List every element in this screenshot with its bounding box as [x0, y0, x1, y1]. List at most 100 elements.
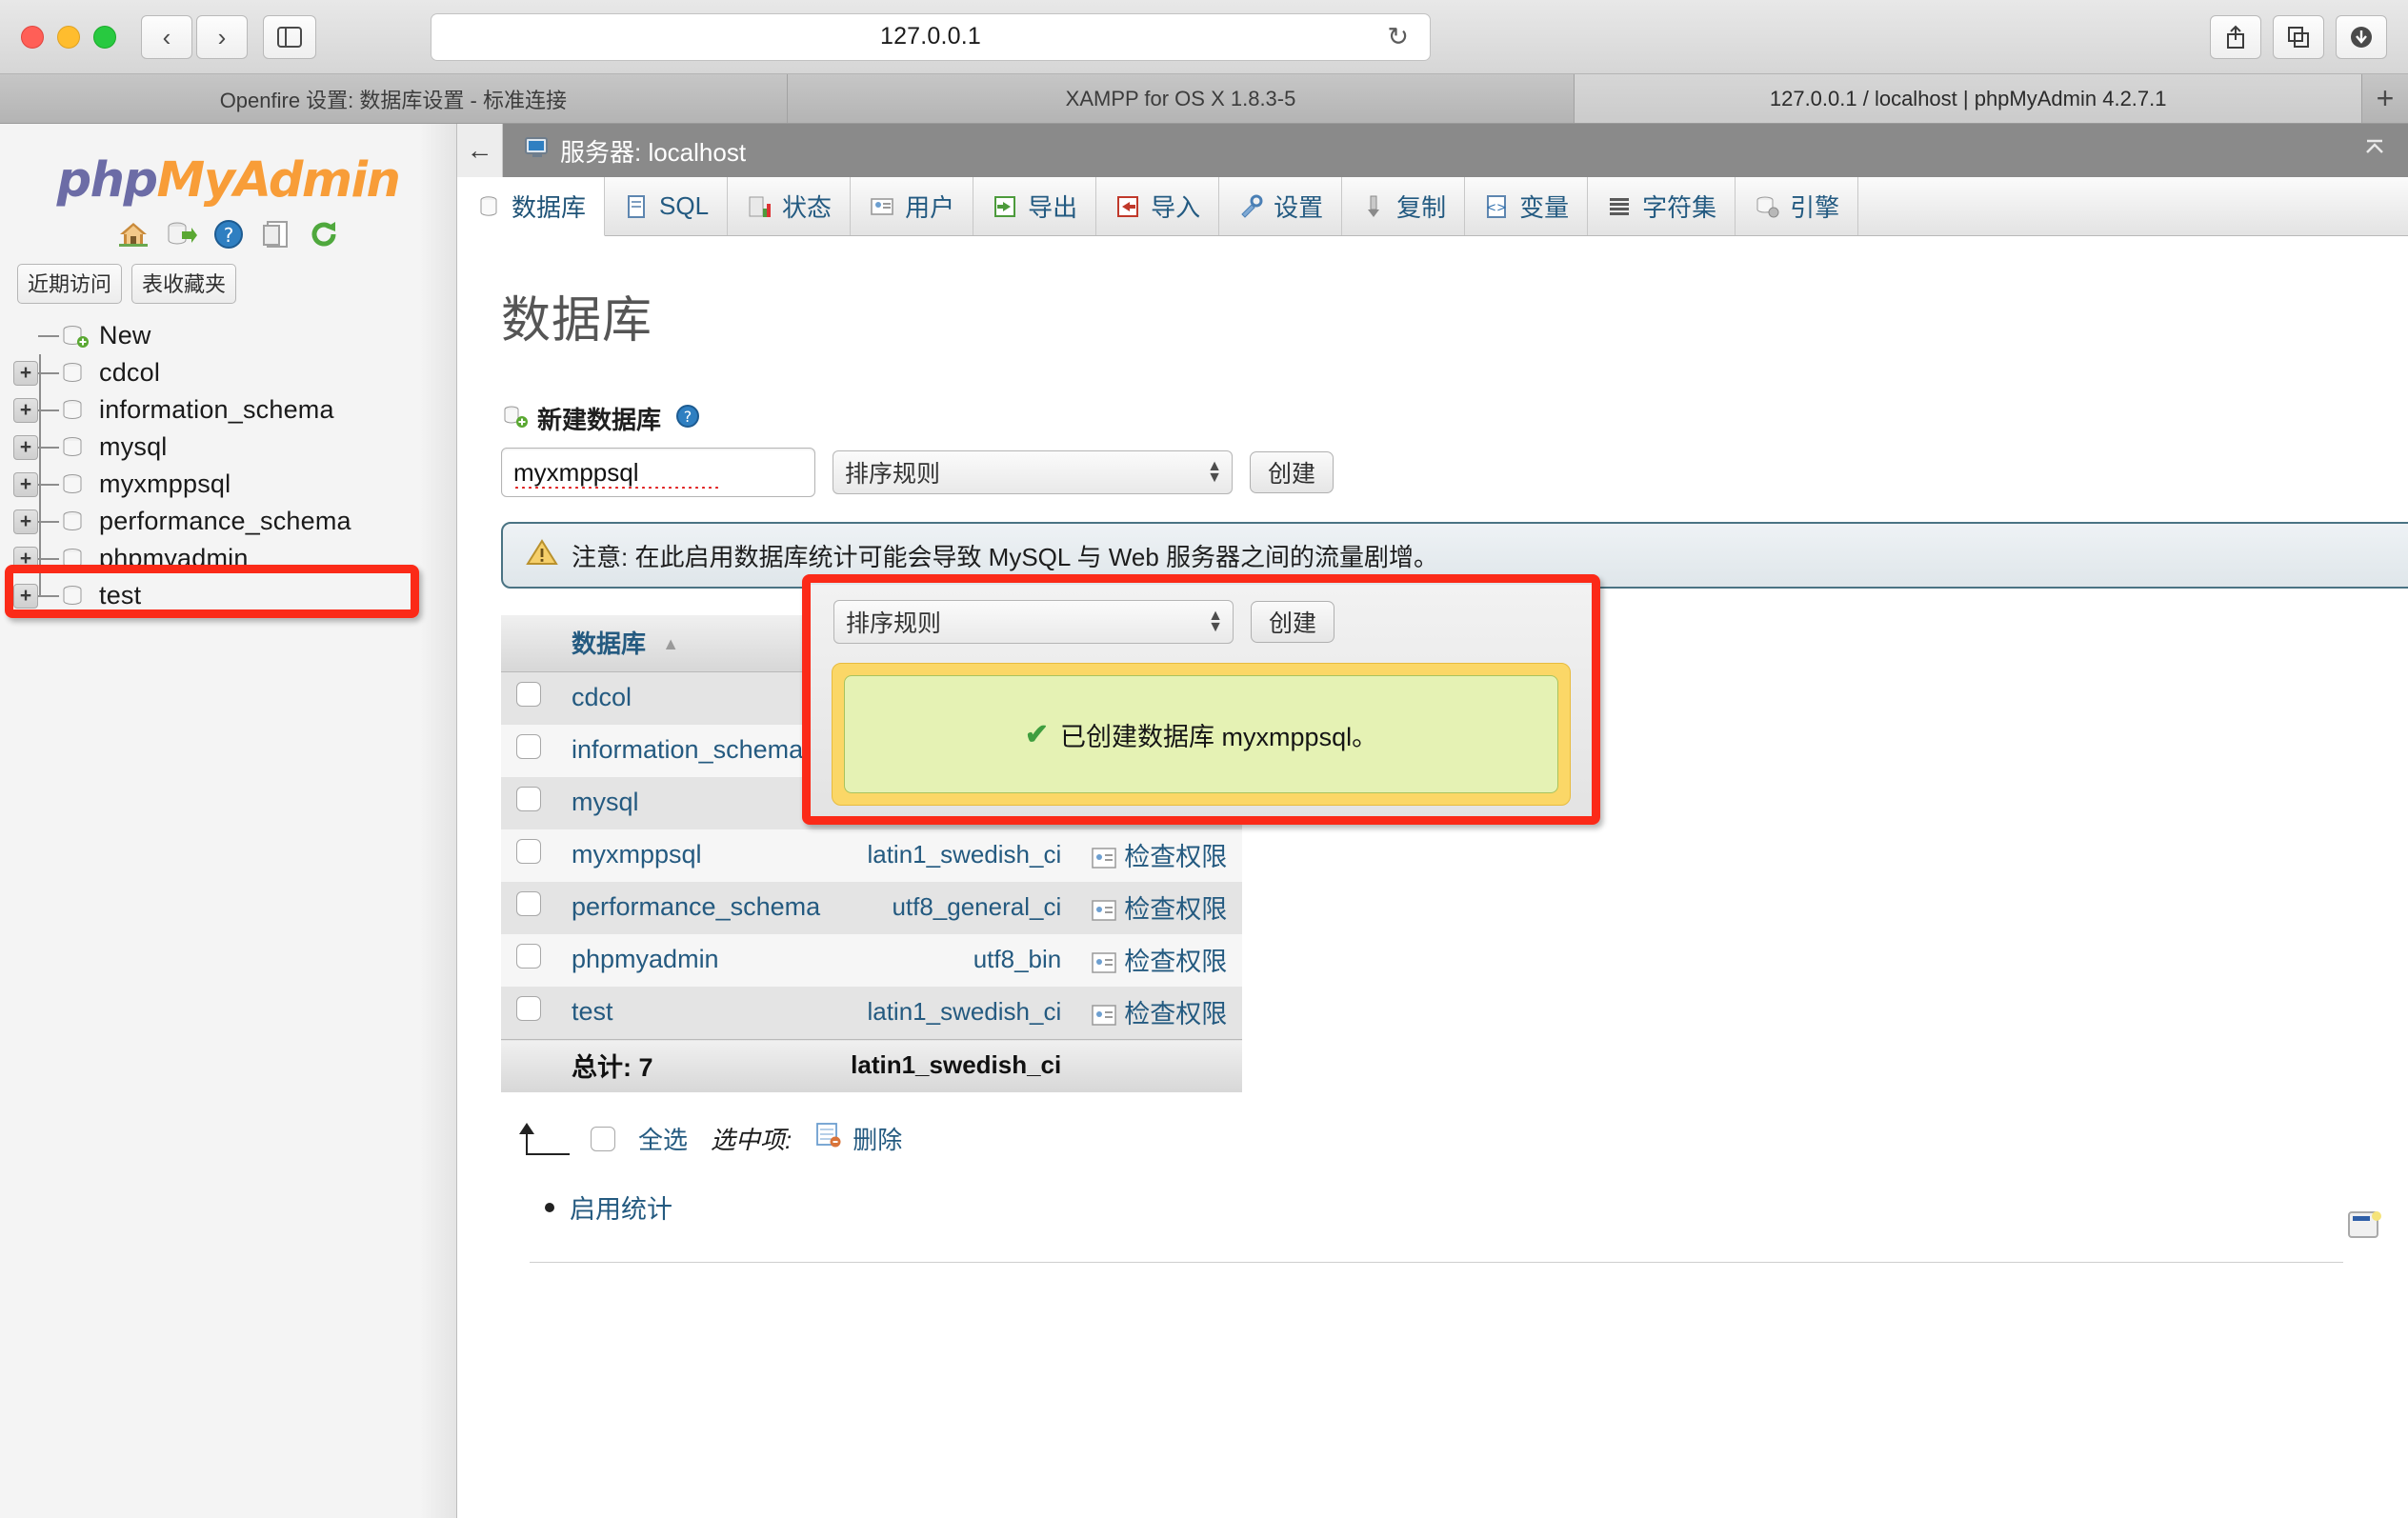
sidebar-item-information-schema[interactable]: + information_schema [13, 391, 456, 429]
tab-replication[interactable]: 复制 [1342, 177, 1466, 235]
row-database-name[interactable]: information_schema [556, 725, 836, 777]
expander-performance-schema[interactable]: + [13, 509, 38, 534]
table-row[interactable]: test latin1_swedish_ci 检查权限 [501, 987, 1243, 1040]
collation-select-overlay[interactable]: 排序规则 ▲ ▼ [833, 600, 1234, 644]
help-icon[interactable]: ? [674, 403, 701, 434]
back-icon[interactable]: ‹ [141, 14, 192, 59]
row-checkbox[interactable] [516, 787, 541, 811]
tab-variables[interactable]: <> 变量 [1465, 177, 1589, 235]
phpmyadmin-logo[interactable]: phpMyAdmin [0, 141, 456, 212]
help-icon[interactable]: ? [212, 218, 245, 250]
row-checkbox-cell[interactable] [501, 987, 556, 1040]
browser-tab-1-label: Openfire 设置: 数据库设置 - 标准连接 [219, 88, 567, 112]
tab-export[interactable]: 导出 [973, 177, 1097, 235]
table-row[interactable]: myxmppsql latin1_swedish_ci 检查权限 [501, 829, 1243, 882]
create-button[interactable]: 创建 [1250, 451, 1334, 493]
row-database-name[interactable]: test [556, 987, 836, 1040]
close-window-button[interactable] [21, 25, 44, 49]
table-row[interactable]: performance_schema utf8_general_ci 检查权限 [501, 882, 1243, 934]
th-database[interactable]: 数据库 ▲ [556, 615, 836, 672]
tab-charsets[interactable]: 字符集 [1588, 177, 1736, 235]
tab-import[interactable]: 导入 [1096, 177, 1220, 235]
tab-engines[interactable]: 引擎 [1736, 177, 1859, 235]
share-icon[interactable] [2210, 14, 2261, 59]
row-privileges-link[interactable]: 检查权限 [1076, 829, 1243, 882]
enable-statistics-link[interactable]: 启用统计 [570, 1188, 672, 1226]
row-checkbox[interactable] [516, 682, 541, 707]
sidebar-item-new[interactable]: New [13, 317, 456, 354]
recent-tables-chip[interactable]: 近期访问 [17, 264, 123, 304]
favorite-tables-chip[interactable]: 表收藏夹 [131, 264, 237, 304]
privileges-icon [1092, 846, 1116, 869]
row-checkbox[interactable] [516, 734, 541, 759]
back-arrow-icon[interactable]: ← [457, 124, 503, 177]
delete-action[interactable]: 删除 [814, 1121, 902, 1156]
tab-databases[interactable]: 数据库 [457, 177, 606, 236]
maximize-window-button[interactable] [93, 25, 116, 49]
select-all-label[interactable]: 全选 [638, 1121, 688, 1156]
sidebar-item-phpmyadmin[interactable]: + phpmyadmin [13, 540, 456, 577]
expander-mysql[interactable]: + [13, 434, 38, 460]
create-button-overlay[interactable]: 创建 [1251, 601, 1335, 643]
row-checkbox-cell[interactable] [501, 882, 556, 934]
row-database-name[interactable]: performance_schema [556, 882, 836, 934]
expander-phpmyadmin[interactable]: + [13, 546, 38, 571]
table-row[interactable]: phpmyadmin utf8_bin 检查权限 [501, 934, 1243, 987]
console-icon[interactable] [2345, 1209, 2383, 1242]
address-bar[interactable]: 127.0.0.1 ↻ [431, 12, 1431, 61]
row-database-name[interactable]: phpmyadmin [556, 934, 836, 987]
collapse-icon[interactable] [2360, 136, 2389, 166]
tab-settings[interactable]: 设置 [1219, 177, 1343, 235]
database-tree: New + cdcol + information_schema + mysql… [0, 317, 456, 614]
downloads-icon[interactable] [2336, 14, 2387, 59]
row-checkbox-cell[interactable] [501, 671, 556, 725]
sidebar-item-myxmppsql[interactable]: + myxmppsql [13, 466, 456, 503]
browser-tab-3[interactable]: 127.0.0.1 / localhost | phpMyAdmin 4.2.7… [1575, 74, 2363, 123]
row-checkbox-cell[interactable] [501, 829, 556, 882]
reload-icon[interactable] [308, 218, 340, 250]
forward-icon[interactable]: › [196, 14, 248, 59]
row-checkbox[interactable] [516, 944, 541, 969]
browser-tab-2[interactable]: XAMPP for OS X 1.8.3-5 [787, 74, 1575, 123]
row-privileges-link[interactable]: 检查权限 [1076, 882, 1243, 934]
expander-information-schema[interactable]: + [13, 397, 38, 423]
show-tabs-icon[interactable] [2273, 14, 2324, 59]
new-tab-button[interactable]: + [2362, 74, 2408, 123]
expander-test[interactable]: + [13, 583, 38, 609]
server-bar: ← 服务器: localhost [457, 124, 2408, 177]
row-database-name[interactable]: mysql [556, 777, 836, 829]
row-database-name[interactable]: myxmppsql [556, 829, 836, 882]
row-database-name[interactable]: cdcol [556, 671, 836, 725]
expander-myxmppsql[interactable]: + [13, 471, 38, 497]
tab-sql[interactable]: SQL [605, 177, 729, 235]
minimize-window-button[interactable] [57, 25, 80, 49]
tab-status[interactable]: 状态 [728, 177, 852, 235]
row-checkbox[interactable] [516, 996, 541, 1021]
tab-charsets-label: 字符集 [1642, 193, 1717, 222]
tree-vline [39, 354, 41, 391]
reload-icon[interactable]: ↻ [1387, 22, 1409, 51]
sidebar-item-performance-schema[interactable]: + performance_schema [13, 503, 456, 540]
expander-cdcol[interactable]: + [13, 360, 38, 386]
row-checkbox-cell[interactable] [501, 934, 556, 987]
browser-tab-1[interactable]: Openfire 设置: 数据库设置 - 标准连接 [0, 74, 788, 123]
home-icon[interactable] [117, 218, 150, 250]
sidebar-item-cdcol[interactable]: + cdcol [13, 354, 456, 391]
row-checkbox-cell[interactable] [501, 725, 556, 777]
database-name-input[interactable] [501, 448, 815, 497]
row-checkbox[interactable] [516, 891, 541, 916]
sidebar-item-cdcol-label: cdcol [99, 358, 161, 387]
sidebar-toggle-icon[interactable] [263, 14, 316, 59]
tab-users[interactable]: 用户 [851, 177, 974, 235]
privileges-icon [1092, 898, 1116, 921]
select-all-checkbox[interactable] [591, 1126, 615, 1151]
sidebar-item-mysql[interactable]: + mysql [13, 429, 456, 466]
row-checkbox-cell[interactable] [501, 777, 556, 829]
docs-icon[interactable] [260, 218, 292, 250]
row-privileges-link[interactable]: 检查权限 [1076, 987, 1243, 1040]
row-checkbox[interactable] [516, 839, 541, 864]
logout-icon[interactable] [165, 218, 197, 250]
collation-select[interactable]: 排序规则 ▲ ▼ [833, 450, 1233, 494]
sidebar-item-test[interactable]: + test [13, 577, 456, 614]
row-privileges-link[interactable]: 检查权限 [1076, 934, 1243, 987]
